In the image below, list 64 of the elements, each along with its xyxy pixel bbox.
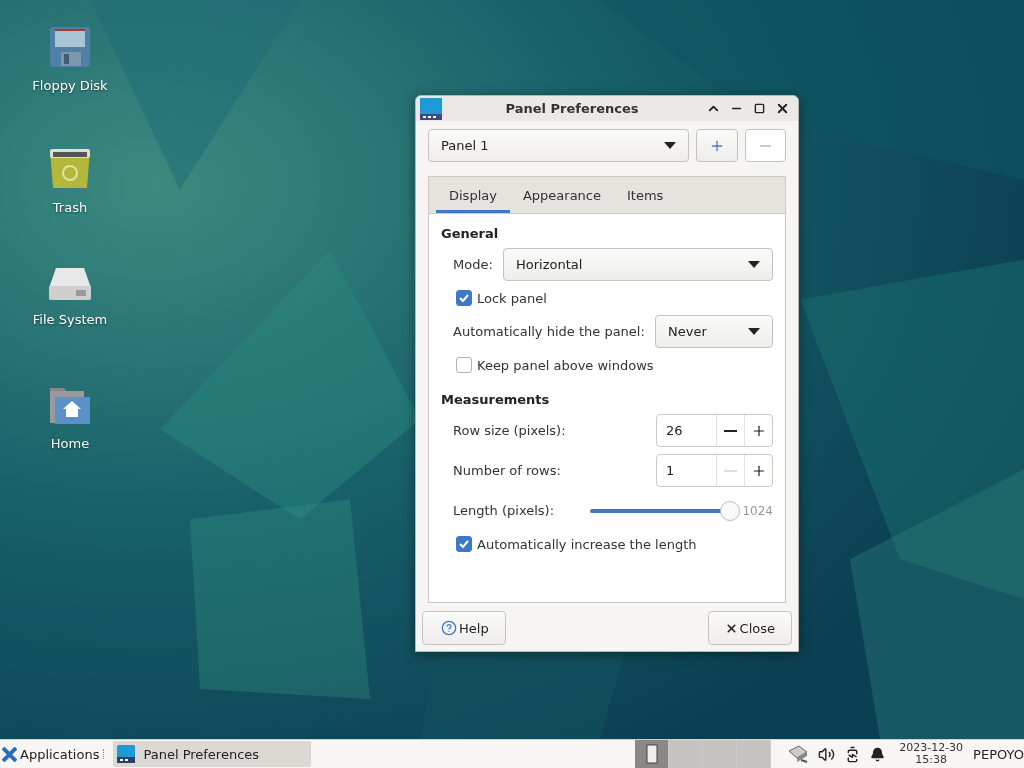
field-label: Length (pixels): — [453, 503, 555, 518]
desktop-icon[interactable]: File System — [18, 266, 122, 327]
applications-menu-button[interactable]: Applications — [0, 740, 102, 768]
caret-icon — [748, 328, 760, 335]
checkbox-label: Lock panel — [477, 290, 547, 306]
autohide-dropdown[interactable]: Never — [655, 315, 773, 348]
home-folder-icon — [49, 386, 91, 426]
desktop-icon-label: File System — [32, 312, 108, 327]
minus-icon — [759, 144, 771, 147]
minus-icon — [724, 429, 737, 432]
spin-field[interactable]: 26 — [656, 414, 773, 447]
checkmark-icon — [459, 540, 469, 548]
field-label: Automatically hide the panel: — [453, 324, 645, 339]
tab[interactable]: Display — [436, 177, 510, 213]
close-icon — [775, 101, 790, 116]
section-heading: General — [441, 226, 500, 241]
checkbox[interactable] — [456, 357, 472, 373]
close-dialog-button[interactable]: Close — [707, 611, 792, 645]
slider-value: 1024 — [742, 503, 773, 518]
section-heading: Measurements — [441, 392, 551, 407]
desktop-icon[interactable]: Floppy Disk — [18, 26, 122, 93]
field-label: Row size (pixels): — [453, 423, 566, 438]
tab[interactable]: Appearance — [509, 177, 614, 213]
panel-dropdown[interactable]: Panel 1 — [428, 129, 689, 162]
desktop-icon[interactable]: Home — [18, 386, 122, 451]
panel-app-icon — [117, 745, 136, 763]
desktop-icon-label: Floppy Disk — [32, 78, 108, 93]
minus-icon — [724, 469, 737, 472]
desktop-icon[interactable]: Trash — [18, 146, 122, 215]
hard-drive-icon — [48, 266, 92, 302]
checkbox-label: Keep panel above windows — [477, 357, 654, 373]
clock-date: 2023-12-30 — [899, 742, 964, 754]
window-title: Panel Preferences — [504, 101, 640, 116]
field-label: Number of rows: — [453, 463, 561, 478]
field-label: Mode: — [453, 257, 493, 272]
checkbox[interactable] — [456, 536, 472, 552]
add-button[interactable] — [696, 129, 738, 162]
close-icon — [724, 621, 738, 635]
desktop-icon-label: Trash — [52, 200, 88, 215]
slider-handle[interactable] — [720, 500, 741, 521]
volume-icon[interactable] — [818, 745, 836, 763]
trash-icon — [48, 146, 92, 190]
help-icon — [441, 620, 457, 636]
help-button[interactable]: Help — [422, 611, 506, 645]
clock[interactable]: 2023-12-30 15:38 — [899, 742, 964, 766]
length-slider[interactable] — [590, 500, 741, 521]
x-logo-icon — [2, 746, 17, 762]
notification-icon[interactable] — [870, 746, 886, 762]
desktop-icon-label: Home — [50, 436, 90, 451]
maximize-icon — [754, 103, 765, 114]
checkbox[interactable] — [456, 290, 472, 306]
caret-icon — [664, 142, 676, 149]
workspace-button[interactable] — [635, 740, 670, 768]
clock-time: 15:38 — [915, 754, 947, 766]
user-name[interactable]: PEPOYO — [973, 746, 1024, 762]
checkmark-icon — [459, 294, 469, 302]
checkbox-label: Automatically increase the length — [477, 536, 697, 552]
network-icon — [787, 745, 810, 763]
task-button[interactable]: Panel Preferences — [113, 741, 312, 767]
window-thumbnail-icon — [645, 744, 658, 764]
spin-field[interactable]: 1 — [656, 454, 773, 487]
tab[interactable]: Items — [614, 177, 677, 213]
caret-icon — [748, 261, 760, 268]
mode-dropdown[interactable]: Horizontal — [503, 248, 773, 281]
